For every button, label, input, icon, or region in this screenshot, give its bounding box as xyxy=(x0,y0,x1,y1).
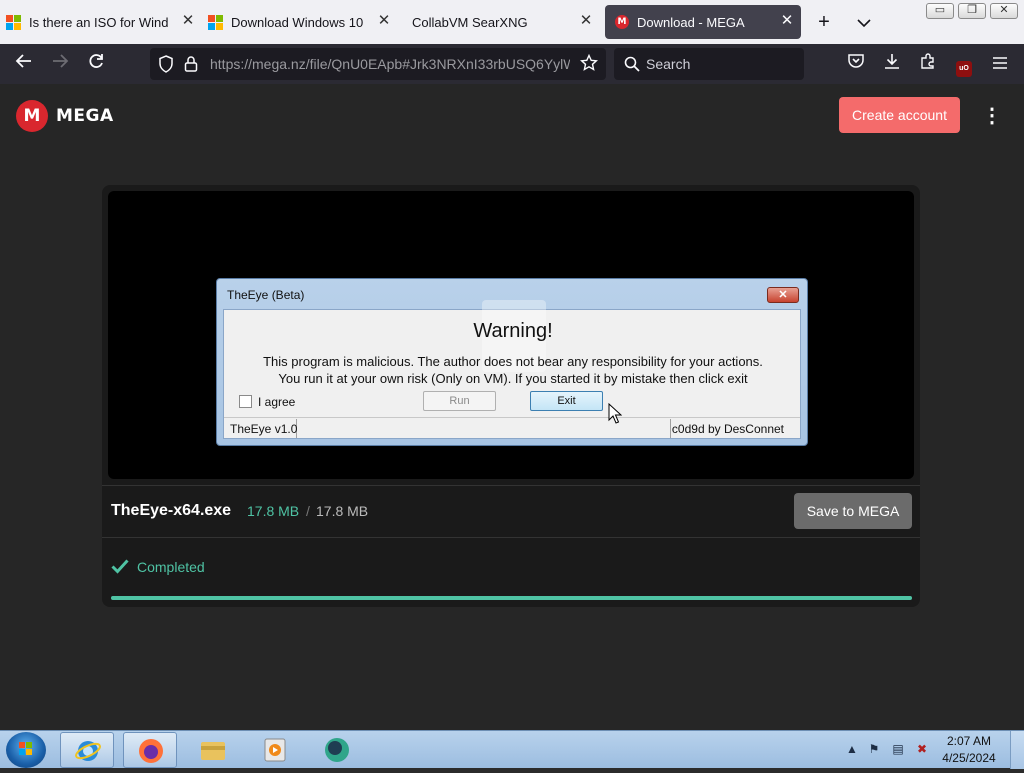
show-hidden-icons-icon[interactable]: ▲ xyxy=(845,742,859,756)
file-size-downloaded: 17.8 MB xyxy=(247,503,300,519)
file-name: TheEye-x64.exe xyxy=(111,502,232,519)
dialog-title: TheEye (Beta) xyxy=(227,288,305,302)
progress-bar xyxy=(111,596,912,600)
close-icon[interactable]: ✕ xyxy=(180,13,196,29)
flag-icon[interactable]: ⚑ xyxy=(867,742,881,756)
ublock-icon[interactable]: uO xyxy=(952,52,976,77)
file-info-row: TheEye-x64.exe 17.8 MB / 17.8 MB Save to… xyxy=(102,485,920,537)
dialog-message-line1: This program is malicious. The author do… xyxy=(263,354,763,369)
taskbar: ▲ ⚑ ▤ ✖ 2:07 AM 4/25/2024 xyxy=(0,730,1024,769)
status-divider xyxy=(224,417,800,418)
star-icon[interactable] xyxy=(579,53,599,77)
mega-logo-text: MEGA xyxy=(56,106,114,126)
warning-dialog: TheEye (Beta) ✕ Warning! This program is… xyxy=(216,278,808,446)
taskbar-firefox[interactable] xyxy=(123,732,177,768)
more-options-icon[interactable]: ⋮ xyxy=(982,104,1002,128)
save-to-mega-button[interactable]: Save to MEGA xyxy=(794,493,912,529)
taskbar-app[interactable] xyxy=(310,732,364,768)
internet-explorer-icon xyxy=(75,741,101,761)
dialog-message: This program is malicious. The author do… xyxy=(224,353,802,387)
file-size-total: 17.8 MB xyxy=(316,503,369,519)
clock-time[interactable]: 2:07 AM xyxy=(939,734,999,748)
forward-arrow-icon[interactable] xyxy=(48,52,72,76)
restore-button[interactable]: ❐ xyxy=(958,3,986,19)
folder-icon xyxy=(201,742,225,760)
show-desktop-button[interactable] xyxy=(1010,731,1024,769)
lock-icon[interactable] xyxy=(184,55,198,78)
dialog-body: Warning! This program is malicious. The … xyxy=(223,300,802,439)
run-button: Run xyxy=(423,391,496,411)
close-icon[interactable]: ✕ xyxy=(578,13,594,29)
pocket-icon[interactable] xyxy=(844,52,868,76)
windows-logo-icon xyxy=(19,742,32,755)
close-icon[interactable]: ✕ xyxy=(779,13,795,29)
tab-iso[interactable]: Is there an ISO for Windows ✕ xyxy=(6,5,202,39)
tab-strip: Is there an ISO for Windows ✕ Download W… xyxy=(0,0,1024,44)
taskbar-explorer[interactable] xyxy=(186,732,240,768)
download-status-row: Completed xyxy=(102,537,920,607)
app-icon xyxy=(325,738,349,762)
start-button[interactable] xyxy=(6,732,46,768)
system-tray: ▲ ⚑ ▤ ✖ 2:07 AM 4/25/2024 xyxy=(840,731,1024,769)
tab-title: Is there an ISO for Windows xyxy=(29,14,169,30)
dialog-message-line2: You run it at your own risk (Only on VM)… xyxy=(278,371,748,386)
create-account-button[interactable]: Create account xyxy=(839,97,960,133)
tab-download-windows[interactable]: Download Windows 10 ✕ xyxy=(208,5,398,39)
close-window-button[interactable]: ✕ xyxy=(990,3,1018,19)
media-player-icon xyxy=(264,738,286,762)
tab-title: CollabVM SearXNG xyxy=(412,14,528,30)
agree-checkbox xyxy=(239,395,252,408)
tab-title: Download Windows 10 xyxy=(231,14,364,30)
url-text[interactable]: https://mega.nz/file/QnU0EApb#Jrk3NRXnI3… xyxy=(210,56,570,72)
file-preview: TheEye (Beta) ✕ Warning! This program is… xyxy=(108,191,914,479)
agree-label: I agree xyxy=(258,395,296,409)
download-status: Completed xyxy=(137,559,205,575)
taskbar-internet-explorer[interactable] xyxy=(60,732,114,768)
new-tab-button[interactable]: + xyxy=(812,10,836,34)
tab-searxng[interactable]: CollabVM SearXNG ✕ xyxy=(404,5,600,39)
taskbar-media-player[interactable] xyxy=(248,732,302,768)
close-icon[interactable]: ✕ xyxy=(376,13,392,29)
file-card: TheEye (Beta) ✕ Warning! This program is… xyxy=(102,185,920,607)
tab-list-button[interactable] xyxy=(852,10,876,34)
search-input[interactable]: Search xyxy=(646,56,690,72)
tab-mega[interactable]: M Download - MEGA ✕ xyxy=(605,5,801,39)
reload-icon[interactable] xyxy=(84,52,108,76)
network-icon[interactable]: ▤ xyxy=(891,742,905,756)
status-separator xyxy=(670,419,671,438)
clock-date[interactable]: 4/25/2024 xyxy=(939,751,999,765)
firefox-icon xyxy=(139,739,163,763)
navigation-bar: https://mega.nz/file/QnU0EApb#Jrk3NRXnI3… xyxy=(0,44,1024,84)
chevron-down-icon xyxy=(857,19,871,28)
dialog-heading: Warning! xyxy=(473,320,553,342)
back-arrow-icon[interactable] xyxy=(12,52,36,76)
tab-title: Download - MEGA xyxy=(637,14,745,30)
hamburger-menu-icon[interactable] xyxy=(988,52,1012,76)
checkmark-icon xyxy=(111,558,129,576)
microsoft-logo-icon xyxy=(6,14,21,30)
mouse-pointer-icon xyxy=(608,403,622,424)
microsoft-logo-icon xyxy=(208,14,223,30)
exit-button: Exit xyxy=(530,391,603,411)
dialog-close-button: ✕ xyxy=(767,287,799,303)
shield-icon[interactable] xyxy=(158,55,174,78)
mega-logo-icon: M xyxy=(16,100,48,132)
mega-page: M MEGA Create account ⋮ TheEye (Beta) ✕ … xyxy=(0,84,1024,730)
url-bar[interactable]: https://mega.nz/file/QnU0EApb#Jrk3NRXnI3… xyxy=(150,48,606,80)
volume-muted-icon[interactable]: ✖ xyxy=(915,742,929,756)
extensions-icon[interactable] xyxy=(916,52,940,76)
progress-fill xyxy=(111,596,912,600)
status-author: c0d9d by DesConnet xyxy=(671,422,784,436)
mega-logo[interactable]: M MEGA xyxy=(16,100,114,132)
status-version: TheEye v1.0 xyxy=(230,422,298,436)
downloads-icon[interactable] xyxy=(880,52,904,76)
mega-logo-icon: M xyxy=(615,15,629,29)
search-bar[interactable]: Search xyxy=(614,48,804,80)
minimize-button[interactable]: ▭ xyxy=(926,3,954,19)
file-size-separator: / xyxy=(306,503,310,519)
search-icon xyxy=(624,56,640,77)
